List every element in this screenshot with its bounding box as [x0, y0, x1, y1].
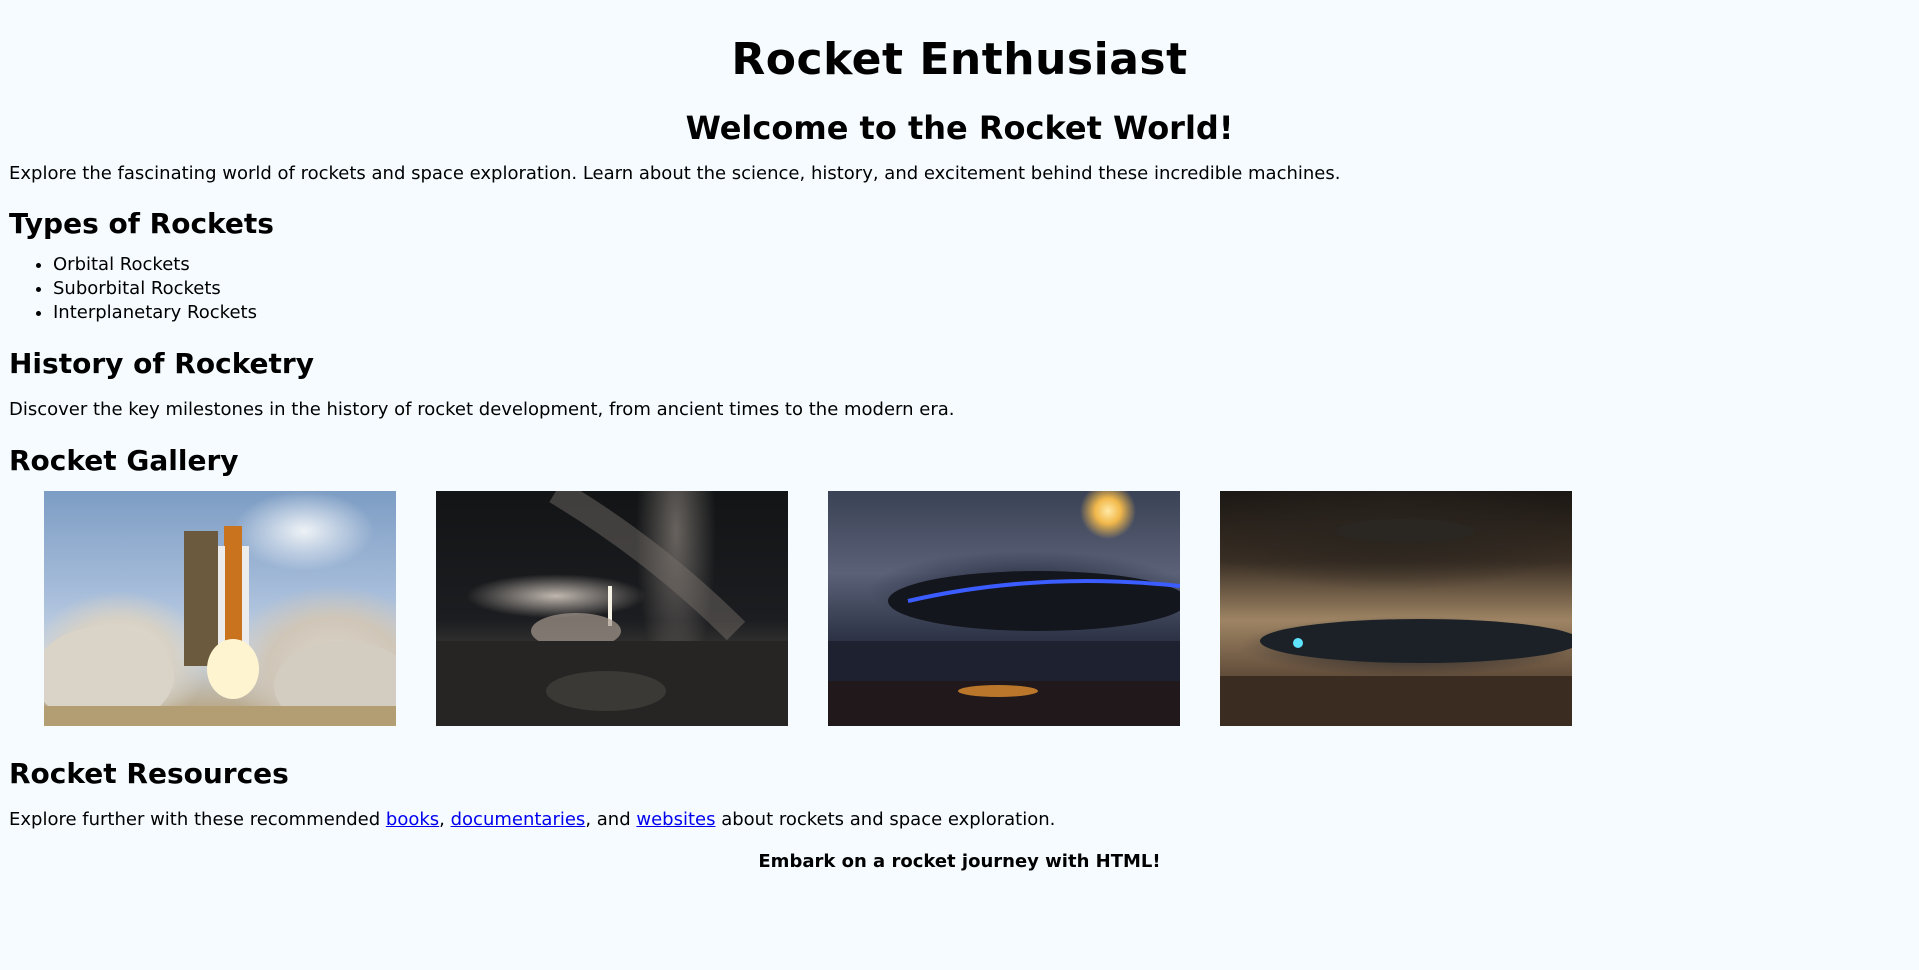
- separator: , and: [585, 809, 637, 830]
- documentaries-link[interactable]: documentaries: [451, 809, 586, 830]
- rock-pile: [546, 671, 666, 711]
- separator: ,: [439, 809, 451, 830]
- spaceship-desert-illustration: [1220, 519, 1572, 726]
- footer-note: Embark on a rocket journey with HTML!: [758, 851, 1161, 872]
- gallery-heading: Rocket Gallery: [9, 444, 239, 477]
- city-skyline: [828, 641, 1180, 681]
- spaceship-hull: [888, 571, 1180, 631]
- resources-suffix: about rockets and space exploration.: [715, 809, 1056, 830]
- engine-light: [1293, 638, 1303, 648]
- water-glow: [958, 685, 1038, 697]
- gallery-image-spaceship-desert: [1220, 491, 1572, 726]
- shuttle-launch-illustration: [44, 526, 396, 726]
- gallery-image-night-launch: [436, 491, 788, 726]
- gallery-image-shuttle-launch: [44, 491, 396, 726]
- history-heading: History of Rocketry: [9, 347, 314, 380]
- spaceship-city-illustration: [828, 571, 1180, 726]
- list-item: Interplanetary Rockets: [53, 301, 1910, 325]
- websites-link[interactable]: websites: [636, 809, 715, 830]
- books-link[interactable]: books: [386, 809, 439, 830]
- booster-right: [242, 546, 249, 656]
- list-item: Suborbital Rockets: [53, 277, 1910, 301]
- resources-heading: Rocket Resources: [9, 757, 289, 790]
- resources-text: Explore further with these recommended b…: [9, 808, 1910, 832]
- booster-left: [218, 546, 225, 656]
- distant-ship: [1335, 519, 1475, 543]
- external-tank: [224, 526, 242, 646]
- milky-way: [549, 491, 746, 641]
- list-item: Orbital Rockets: [53, 253, 1910, 277]
- night-launch-illustration: [436, 491, 788, 726]
- welcome-heading: Welcome to the Rocket World!: [685, 109, 1234, 147]
- page: Rocket Enthusiast Welcome to the Rocket …: [0, 0, 1919, 874]
- resources-prefix: Explore further with these recommended: [9, 809, 386, 830]
- history-text: Discover the key milestones in the histo…: [9, 399, 955, 420]
- rocket-gallery: [9, 491, 1910, 726]
- types-heading: Types of Rockets: [9, 207, 274, 240]
- spaceship-hull: [1260, 619, 1572, 663]
- ground: [44, 706, 396, 726]
- launch-tower: [184, 531, 218, 666]
- gallery-image-spaceship-city: [828, 491, 1180, 726]
- desert-ground: [1220, 676, 1572, 726]
- rocket-types-list: Orbital Rockets Suborbital Rockets Inter…: [9, 253, 1910, 325]
- exhaust-flame: [207, 639, 259, 699]
- site-title: Rocket Enthusiast: [731, 34, 1188, 85]
- intro-text: Explore the fascinating world of rockets…: [9, 163, 1341, 184]
